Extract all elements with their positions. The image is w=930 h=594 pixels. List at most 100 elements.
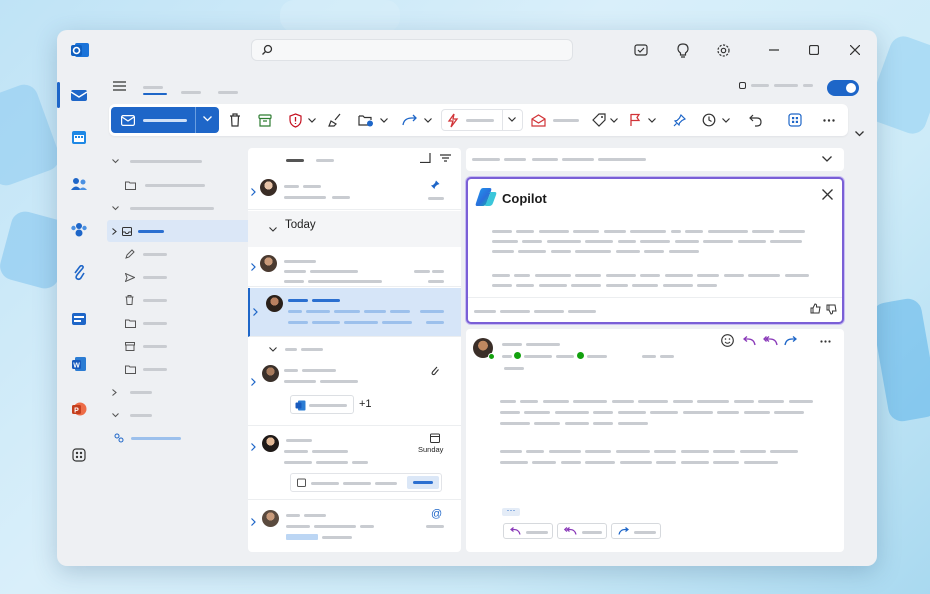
status-badge — [488, 353, 495, 360]
chevron-down-icon[interactable] — [203, 116, 212, 122]
hamburger-menu-icon[interactable] — [111, 78, 127, 94]
tab-view[interactable] — [181, 84, 201, 102]
flag-icon[interactable] — [627, 112, 643, 128]
word-icon — [295, 400, 306, 411]
forward-icon[interactable] — [784, 336, 797, 346]
delete-icon[interactable] — [227, 112, 243, 128]
group-header-today[interactable]: Today — [248, 211, 461, 247]
chevron-right-icon — [251, 443, 256, 451]
list-item-selected[interactable] — [248, 288, 461, 337]
chevron-down-icon[interactable] — [609, 114, 619, 126]
group-label: Today — [285, 219, 316, 231]
calendar-icon — [297, 478, 306, 487]
chevron-right-icon — [112, 227, 120, 235]
todo-icon[interactable] — [68, 308, 90, 330]
filter-icon[interactable] — [440, 154, 451, 162]
copilot-panel: Copilot — [466, 177, 844, 324]
chevron-down-icon[interactable] — [307, 114, 317, 126]
move-to-folder-icon[interactable] — [357, 112, 375, 128]
archive-icon[interactable] — [257, 112, 273, 128]
report-shield-icon[interactable] — [287, 112, 303, 128]
chevron-down-icon[interactable] — [822, 156, 832, 162]
drafts-icon — [125, 249, 139, 259]
tab-help[interactable] — [218, 84, 238, 102]
rail-active-indicator — [57, 82, 60, 108]
reply-button[interactable] — [503, 523, 553, 539]
lightning-icon — [447, 113, 459, 128]
chevron-down-icon[interactable] — [647, 114, 657, 126]
forward-arrow-icon[interactable] — [401, 112, 419, 128]
reply-icon[interactable] — [743, 336, 756, 346]
folder-icon — [125, 365, 139, 374]
mail-icon — [121, 115, 135, 126]
pin-icon[interactable] — [671, 112, 687, 128]
lightbulb-icon[interactable] — [674, 41, 692, 59]
new-mail-button[interactable] — [111, 107, 219, 133]
delete-icon — [125, 295, 139, 305]
apps-icon[interactable] — [68, 444, 90, 466]
pin-icon[interactable] — [430, 180, 440, 190]
quick-steps-dropdown[interactable] — [441, 109, 523, 131]
groups-icon[interactable] — [68, 218, 90, 240]
ribbon-toolbar — [109, 104, 848, 136]
list-item[interactable] — [248, 172, 461, 210]
tab-home[interactable] — [143, 84, 167, 96]
mark-read-icon[interactable] — [529, 112, 547, 128]
maximize-icon[interactable] — [805, 41, 823, 59]
chevron-down-icon[interactable] — [508, 117, 516, 122]
close-icon[interactable] — [846, 41, 864, 59]
message-day-label: Sunday — [418, 445, 444, 454]
chevron-down-icon[interactable] — [721, 114, 731, 126]
new-outlook-toggle[interactable] — [827, 80, 859, 96]
attach-icon[interactable] — [68, 262, 90, 284]
reading-pane-header — [466, 148, 844, 171]
emoji-icon[interactable] — [721, 334, 734, 347]
thumbs-down-icon[interactable] — [826, 304, 837, 315]
ribbon-collapse-chevron-icon[interactable] — [853, 128, 865, 140]
chevron-right-icon — [251, 378, 256, 386]
thumbs-up-icon[interactable] — [810, 303, 821, 314]
minimize-icon[interactable] — [765, 41, 783, 59]
chevron-down-icon[interactable] — [423, 114, 433, 126]
sweep-icon[interactable] — [327, 112, 343, 128]
list-item[interactable]: +1 — [248, 360, 461, 426]
forward-button[interactable] — [611, 523, 661, 539]
undo-icon[interactable] — [747, 112, 763, 128]
list-item[interactable] — [248, 247, 461, 287]
apps-grid-icon[interactable] — [787, 112, 803, 128]
app-rail: W P — [57, 30, 101, 566]
inbox-icon — [122, 226, 134, 236]
group-header[interactable] — [248, 338, 461, 360]
groups-icon — [113, 433, 127, 443]
more-options-icon[interactable] — [821, 112, 837, 128]
chevron-down-icon — [269, 347, 277, 352]
chevron-down-icon[interactable] — [379, 114, 389, 126]
sent-icon — [125, 272, 139, 282]
more-options-icon[interactable] — [820, 340, 831, 343]
expand-quoted-button[interactable]: ··· — [502, 506, 520, 516]
list-item[interactable]: Sunday — [248, 427, 461, 500]
select-icon[interactable] — [420, 153, 431, 163]
event-invite-bar[interactable] — [290, 473, 442, 492]
reply-all-icon[interactable] — [763, 336, 778, 346]
calendar-icon[interactable] — [68, 126, 90, 148]
copilot-close-icon[interactable] — [822, 189, 833, 200]
word-icon[interactable]: W — [68, 353, 90, 375]
powerpoint-icon[interactable]: P — [68, 398, 90, 420]
list-item[interactable]: @ — [248, 501, 461, 552]
avatar — [262, 435, 279, 452]
accept-button[interactable] — [407, 476, 439, 489]
attachment-chip[interactable] — [290, 395, 354, 414]
status-badge — [514, 352, 521, 359]
mail-icon[interactable] — [68, 84, 90, 106]
new-outlook-toggle-label — [739, 82, 813, 89]
outlook-logo-icon — [69, 39, 91, 61]
settings-icon[interactable] — [714, 41, 732, 59]
people-icon[interactable] — [68, 173, 90, 195]
reply-all-button[interactable] — [557, 523, 607, 539]
tasks-icon[interactable] — [632, 41, 650, 59]
reading-pane: Copilot ··· — [466, 148, 844, 552]
tag-icon[interactable] — [591, 112, 607, 128]
clock-icon[interactable] — [701, 112, 717, 128]
search-input[interactable] — [251, 39, 573, 61]
